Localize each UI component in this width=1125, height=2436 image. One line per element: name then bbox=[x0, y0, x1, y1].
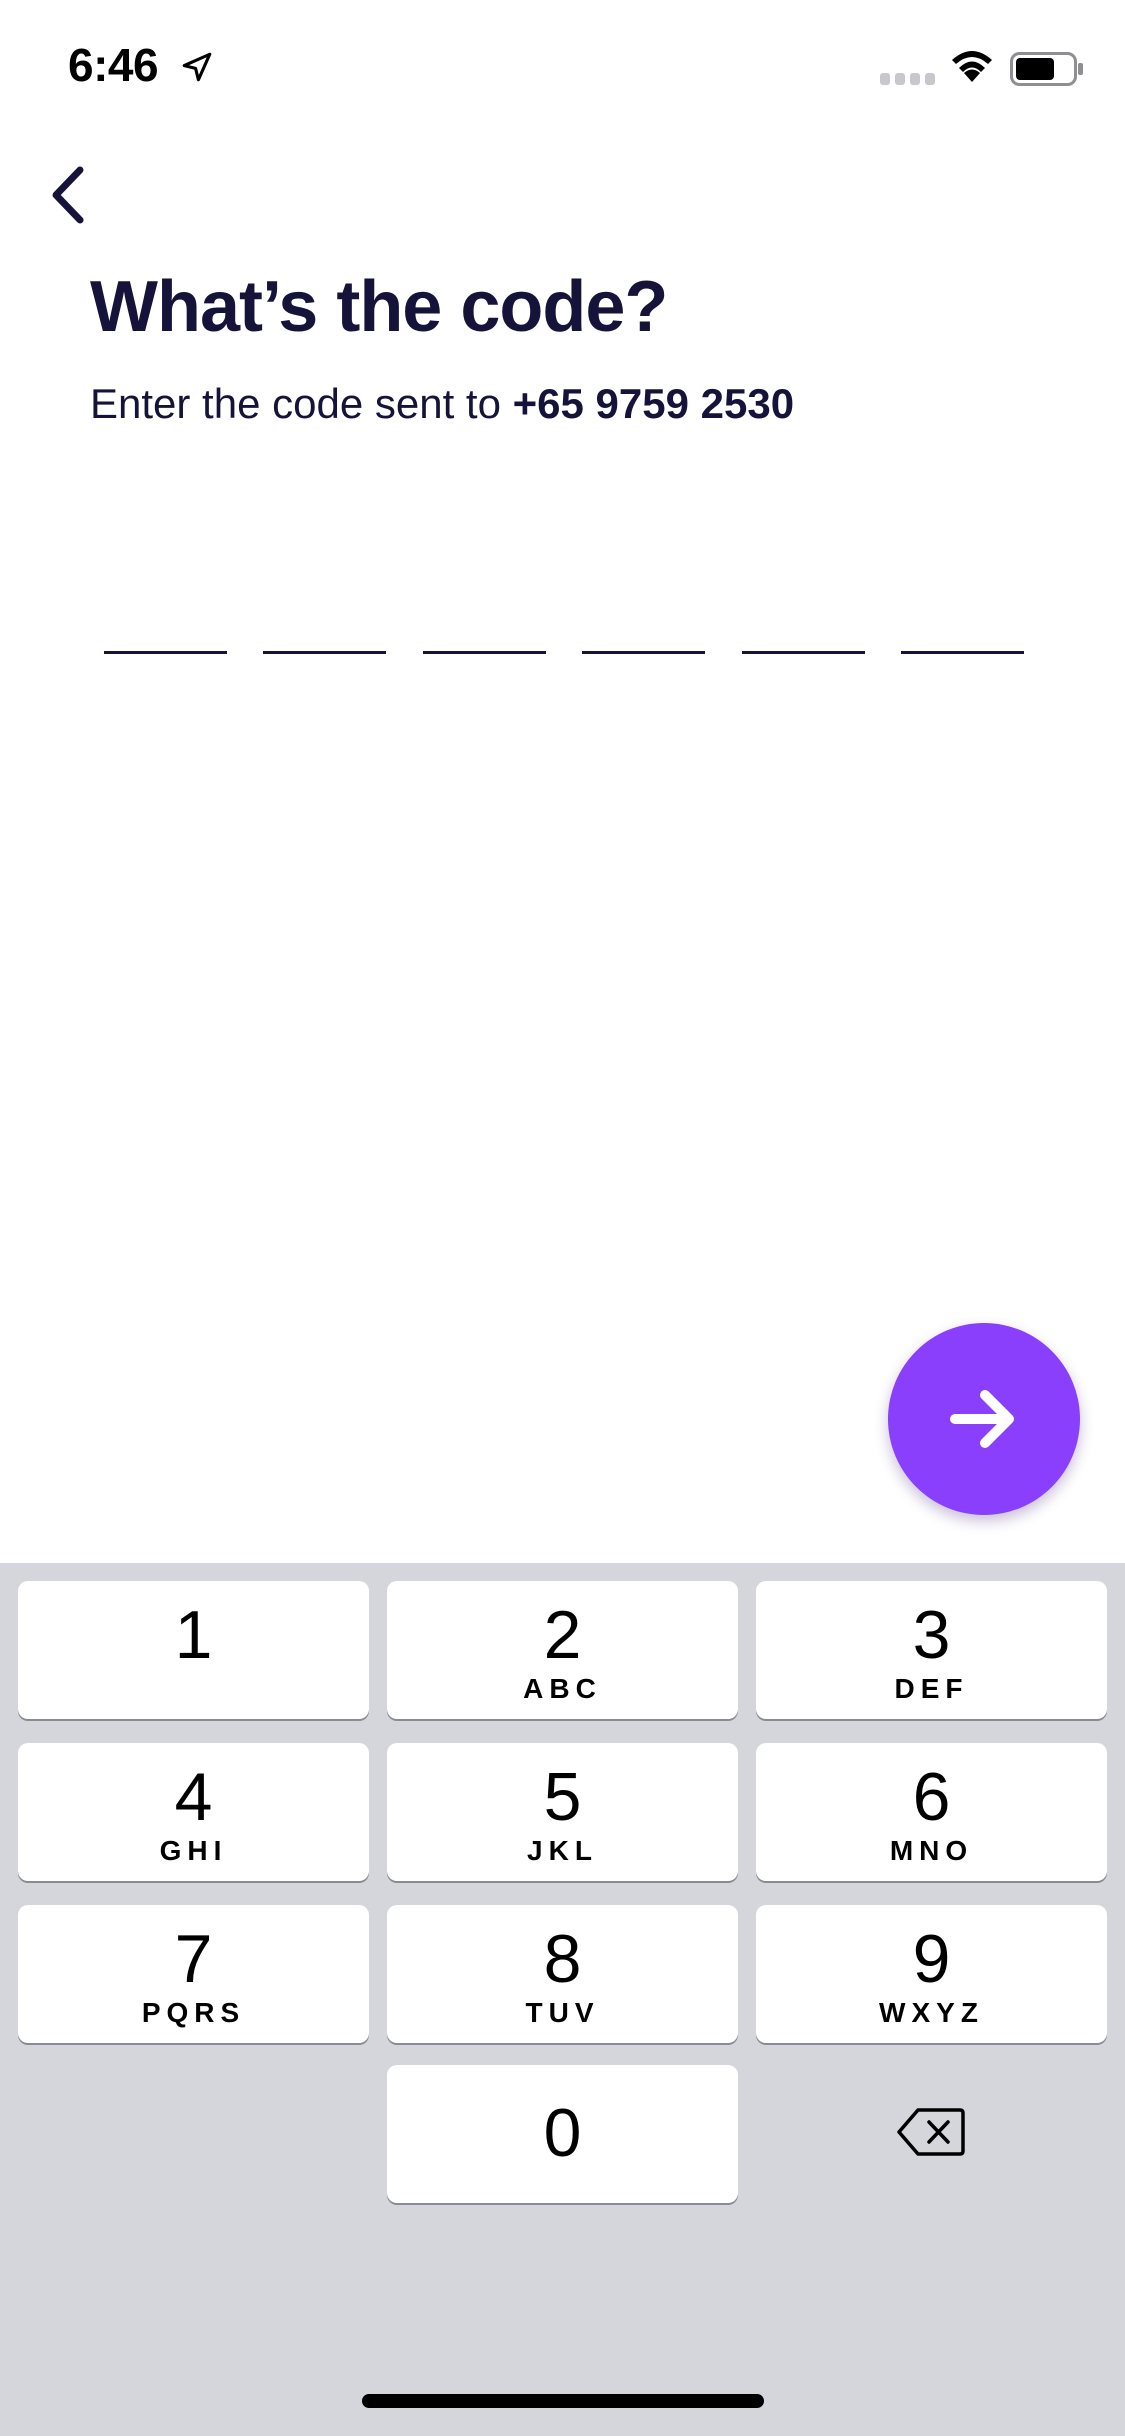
key-digit: 4 bbox=[174, 1759, 213, 1835]
code-digit-4[interactable] bbox=[582, 590, 706, 654]
key-letters: MNO bbox=[889, 1835, 974, 1866]
code-input[interactable] bbox=[104, 590, 1024, 656]
location-arrow-icon bbox=[182, 52, 212, 82]
subtitle: Enter the code sent to +65 9759 2530 bbox=[90, 380, 794, 428]
code-digit-1[interactable] bbox=[104, 590, 227, 654]
key-letters: TUV bbox=[525, 1997, 600, 2028]
key-9[interactable]: 9 WXYZ bbox=[756, 1905, 1107, 2043]
key-1[interactable]: 1 bbox=[18, 1581, 369, 1719]
subtitle-text: Enter the code sent to bbox=[90, 380, 513, 427]
key-letters: WXYZ bbox=[879, 1997, 984, 2028]
key-6[interactable]: 6 MNO bbox=[756, 1743, 1107, 1881]
next-button[interactable] bbox=[888, 1323, 1080, 1515]
key-digit: 3 bbox=[912, 1597, 951, 1673]
chevron-left-icon bbox=[52, 166, 84, 224]
key-digit: 2 bbox=[543, 1597, 582, 1673]
key-2[interactable]: 2 ABC bbox=[387, 1581, 738, 1719]
arrow-right-icon bbox=[950, 1390, 1014, 1448]
phone-number: +65 9759 2530 bbox=[512, 380, 795, 427]
code-digit-6[interactable] bbox=[900, 590, 1024, 654]
numeric-keyboard: 1 2 ABC 3 DEF 4 GHI 5 JKL 6 MNO 7 PQRS 8… bbox=[0, 1563, 1125, 2436]
home-indicator[interactable] bbox=[362, 2394, 764, 2408]
key-letters: JKL bbox=[527, 1835, 598, 1866]
delete-key[interactable] bbox=[755, 2063, 1106, 2201]
code-digit-2[interactable] bbox=[263, 590, 387, 654]
code-digit-3[interactable] bbox=[422, 590, 546, 654]
status-bar: 6:46 bbox=[0, 0, 1125, 132]
battery-icon bbox=[1010, 52, 1083, 86]
key-digit: 1 bbox=[174, 1597, 213, 1673]
key-digit: 9 bbox=[912, 1921, 951, 1997]
key-digit: 8 bbox=[543, 1921, 582, 1997]
backspace-icon bbox=[896, 2108, 965, 2156]
key-letters: GHI bbox=[159, 1835, 228, 1866]
key-8[interactable]: 8 TUV bbox=[387, 1905, 738, 2043]
key-digit: 5 bbox=[543, 1759, 582, 1835]
cellular-signal-icon bbox=[880, 73, 935, 85]
key-letters: ABC bbox=[523, 1673, 602, 1704]
key-digit: 7 bbox=[174, 1921, 213, 1997]
key-4[interactable]: 4 GHI bbox=[18, 1743, 369, 1881]
key-digit: 0 bbox=[543, 2095, 582, 2171]
key-7[interactable]: 7 PQRS bbox=[18, 1905, 369, 2043]
wifi-icon bbox=[952, 51, 992, 82]
page-title: What’s the code? bbox=[90, 267, 668, 347]
key-digit: 6 bbox=[912, 1759, 951, 1835]
key-0[interactable]: 0 bbox=[387, 2065, 738, 2203]
key-3[interactable]: 3 DEF bbox=[756, 1581, 1107, 1719]
key-letters: DEF bbox=[894, 1673, 969, 1704]
key-5[interactable]: 5 JKL bbox=[387, 1743, 738, 1881]
back-button[interactable] bbox=[38, 160, 98, 230]
status-time: 6:46 bbox=[68, 39, 159, 91]
key-letters: PQRS bbox=[141, 1997, 246, 2028]
code-digit-5[interactable] bbox=[741, 590, 865, 654]
